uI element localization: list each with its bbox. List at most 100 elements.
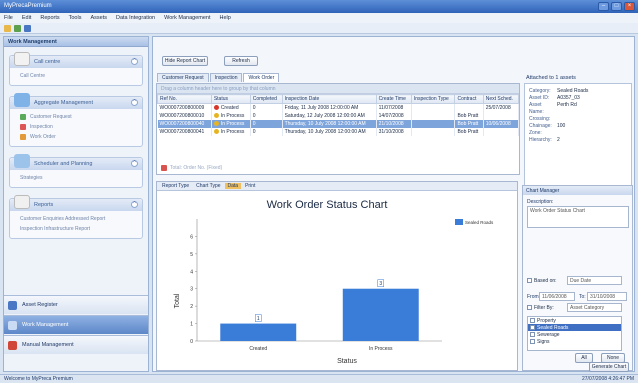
chart-manager-panel: Chart Manager Description: Work Order St… <box>522 185 633 372</box>
menu-data-integration[interactable]: Data Integration <box>116 15 155 21</box>
col-inspection-date[interactable]: Inspection Date <box>281 94 377 104</box>
list-item[interactable]: Sewerage <box>528 331 621 338</box>
group-header[interactable]: Call centre ^ <box>10 52 142 68</box>
nav-work-management[interactable]: Work Management <box>4 315 148 334</box>
sidebar-item-work-order[interactable]: Work Order <box>20 132 136 142</box>
filter-by-select[interactable]: Asset Category <box>567 303 622 312</box>
attached-field: Category: Sealed Roads <box>529 88 627 95</box>
col-completed[interactable]: Completed <box>249 94 283 104</box>
item-label: Customer Enquiries Addressed Report <box>20 216 106 222</box>
to-date-field[interactable]: 31/10/2008 <box>587 292 627 301</box>
table-row-selected[interactable]: WO0007200800040 In Process 0 Thursday, 1… <box>157 120 520 128</box>
col-next-sched[interactable]: Next Sched. <box>482 94 520 104</box>
chevron-up-icon[interactable]: ^ <box>131 58 138 65</box>
nav-label: Manual Management <box>22 342 74 348</box>
sidebar-item-customer-enquiries-report[interactable]: Customer Enquiries Addressed Report <box>20 214 136 224</box>
minimize-icon[interactable]: – <box>598 2 609 11</box>
list-item[interactable]: Property <box>528 317 621 324</box>
list-item-checkbox[interactable] <box>530 338 535 344</box>
table-row[interactable]: WO0007200800009 Created 0 Friday, 11 Jul… <box>157 103 520 112</box>
sidebar-item-customer-request[interactable]: Customer Request <box>20 112 136 122</box>
table-row[interactable]: WO0007200800041 In Process 0 Thursday, 1… <box>157 128 520 136</box>
nav-manual-management[interactable]: Manual Management <box>4 335 148 354</box>
tab-data[interactable]: Data <box>224 183 242 189</box>
generate-chart-button[interactable]: Generate Chart <box>589 362 629 372</box>
based-on-select[interactable]: Due Date <box>567 276 622 285</box>
col-inspection-type[interactable]: Inspection Type <box>410 94 456 104</box>
menu-work-management[interactable]: Work Management <box>164 15 210 21</box>
nav-label: Work Management <box>22 322 69 328</box>
group-header[interactable]: Aggregate Management ^ <box>10 93 142 109</box>
cell-date: Thursday, 10 July 2008 12:00:00 AM <box>282 120 377 128</box>
settings-icon[interactable] <box>24 25 31 32</box>
tab-report-type[interactable]: Report Type <box>159 183 192 189</box>
tab-print[interactable]: Print <box>242 183 258 189</box>
filter-by-checkbox[interactable] <box>527 305 532 310</box>
field-key: Hierarchy: <box>529 137 552 143</box>
list-item-checkbox[interactable] <box>530 331 535 337</box>
menu-help[interactable]: Help <box>220 15 231 21</box>
window-title: MyPrecaPremium <box>4 3 52 9</box>
tab-chart-type[interactable]: Chart Type <box>193 183 223 189</box>
menu-file[interactable]: File <box>4 15 13 21</box>
menu-tools[interactable]: Tools <box>69 15 82 21</box>
refresh-button[interactable]: Refresh <box>224 56 258 66</box>
list-item[interactable]: Signs <box>528 338 621 345</box>
menu-bar: File Edit Reports Tools Assets Data Inte… <box>0 13 638 23</box>
group-header[interactable]: Scheduler and Planning ^ <box>10 154 142 170</box>
maximize-icon[interactable]: □ <box>611 2 622 11</box>
menu-reports[interactable]: Reports <box>40 15 59 21</box>
cell-date: Thursday, 10 July 2008 12:00:00 AM <box>282 128 377 136</box>
category-list[interactable]: Property Sealed Roads Sewerage Signs <box>527 316 622 351</box>
close-icon[interactable]: × <box>624 2 635 11</box>
chart-tabs: Report Type Chart Type Data Print <box>157 182 517 191</box>
group-header[interactable]: Reports ^ <box>10 195 142 211</box>
status-in-process-icon <box>213 113 219 118</box>
col-status[interactable]: Status <box>210 94 251 104</box>
sidebar-item-inspection-report[interactable]: Inspection Infrastructure Report <box>20 224 136 234</box>
list-item-checkbox[interactable] <box>530 317 535 323</box>
list-item-checkbox[interactable] <box>530 324 535 330</box>
tab-work-order[interactable]: Work Order <box>243 73 280 82</box>
bar-created[interactable] <box>220 323 297 341</box>
filter-clear-icon[interactable] <box>161 165 167 171</box>
sidebar-item-inspection[interactable]: Inspection <box>20 122 136 132</box>
chevron-up-icon[interactable]: ^ <box>131 99 138 106</box>
folder-icon[interactable] <box>4 25 11 32</box>
based-on-checkbox[interactable] <box>527 278 532 283</box>
phone-icon <box>14 52 30 66</box>
from-date-field[interactable]: 11/06/2008 <box>539 292 575 301</box>
y-tick-label: 3 <box>190 287 193 293</box>
field-key: Chainage: <box>529 123 552 129</box>
col-ref-no[interactable]: Ref No. <box>157 94 212 104</box>
field-key: Asset Name: <box>529 102 544 115</box>
chevron-up-icon[interactable]: ^ <box>131 160 138 167</box>
tab-customer-request[interactable]: Customer Request <box>157 73 209 82</box>
tab-inspection[interactable]: Inspection <box>209 73 243 82</box>
item-label: Customer Request <box>30 114 72 120</box>
list-item-selected[interactable]: Sealed Roads <box>528 324 621 331</box>
hide-report-chart-button[interactable]: Hide Report Chart <box>162 56 208 66</box>
sidebar-group-call-centre: Call centre ^ Call Centre <box>9 52 143 86</box>
sidebar-item-call-centre[interactable]: Call Centre <box>20 71 136 81</box>
menu-assets[interactable]: Assets <box>90 15 107 21</box>
sidebar-item-strategies[interactable]: Strategies <box>20 173 136 183</box>
menu-edit[interactable]: Edit <box>22 15 31 21</box>
col-contract[interactable]: Contract <box>454 94 484 104</box>
refresh-icon[interactable] <box>14 25 21 32</box>
grid-footer-text: Total: Order No. (Fixed) <box>170 165 223 171</box>
table-row[interactable]: WO0007200800010 In Process 0 Saturday, 1… <box>157 112 520 120</box>
window-controls: – □ × <box>598 2 635 11</box>
bar-in-process[interactable] <box>342 288 419 341</box>
description-field[interactable]: Work Order Status Chart <box>527 206 629 228</box>
cell-ref: WO0007200800040 <box>157 120 212 128</box>
window-titlebar: MyPrecaPremium – □ × <box>0 0 638 13</box>
filter-by-row: Filter By: <box>527 305 554 311</box>
chevron-up-icon[interactable]: ^ <box>131 201 138 208</box>
cell-completed: 0 <box>250 128 283 136</box>
cell-next <box>483 128 520 136</box>
nav-asset-register[interactable]: Asset Register <box>4 295 148 314</box>
col-create-time[interactable]: Create Time <box>375 94 412 104</box>
item-label: Work Order <box>30 134 56 140</box>
field-value: 100 <box>557 123 566 129</box>
